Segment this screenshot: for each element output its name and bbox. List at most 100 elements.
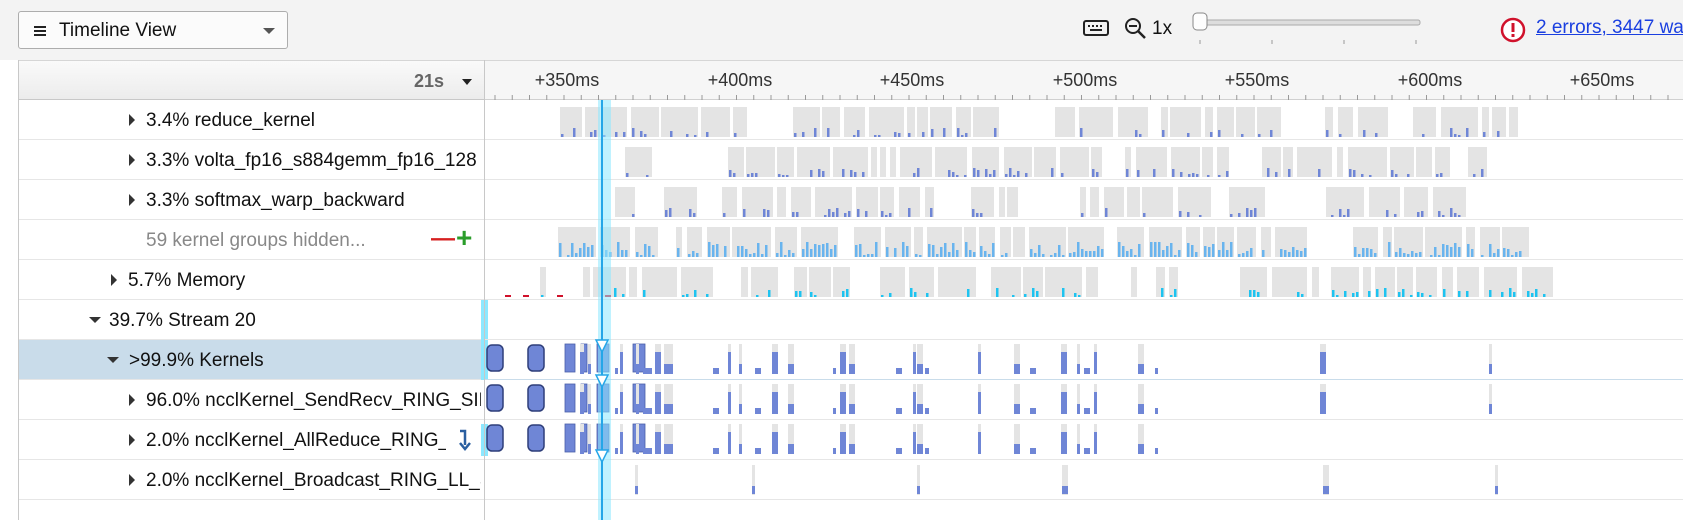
hidden-group-bar xyxy=(1001,255,1004,257)
collapse-minus-icon[interactable]: — xyxy=(431,227,455,251)
tree-row-volta-gemm[interactable]: 3.3% volta_fp16_s884gemm_fp16_128 xyxy=(19,140,484,180)
timeline-area[interactable]: +350ms +400ms +450ms +500ms +550ms +600m… xyxy=(484,60,1683,520)
hidden-group-bar xyxy=(579,248,582,257)
busy-block xyxy=(1468,147,1487,177)
chevron-down-icon[interactable] xyxy=(462,79,472,85)
kernel-bar xyxy=(664,364,673,374)
busy-block xyxy=(1060,147,1089,177)
memory-bar xyxy=(1466,291,1469,297)
reduce-kernel-bar xyxy=(1218,130,1221,137)
time-ruler[interactable]: +350ms +400ms +450ms +500ms +550ms +600m… xyxy=(485,60,1683,100)
expand-icon[interactable] xyxy=(129,194,135,206)
zoom-slider[interactable] xyxy=(1190,10,1430,50)
tree-row-reduce-kernel[interactable]: 3.4% reduce_kernel xyxy=(19,100,484,140)
expand-plus-icon[interactable]: + xyxy=(456,224,472,252)
hidden-group-bar xyxy=(652,255,655,257)
busy-block xyxy=(1138,344,1144,364)
hidden-group-bar xyxy=(1073,252,1076,257)
busy-block xyxy=(917,344,923,364)
kernel-bar xyxy=(1094,352,1097,374)
expand-icon[interactable] xyxy=(129,114,135,126)
hidden-group-bar xyxy=(1126,251,1129,257)
reduce-kernel-bar xyxy=(1375,133,1378,137)
softmax-bar xyxy=(1238,213,1241,217)
kernel-bar xyxy=(925,448,929,454)
kernel-bar xyxy=(713,368,719,374)
busy-block xyxy=(1014,424,1020,444)
memory-bar xyxy=(967,289,970,297)
reduce-kernel-bar xyxy=(706,132,709,137)
hidden-group-bar xyxy=(936,254,939,257)
hidden-group-bar xyxy=(1403,253,1406,257)
tree-row-memory[interactable]: 5.7% Memory xyxy=(19,260,484,300)
hidden-group-bar xyxy=(940,247,943,257)
kernel-bar xyxy=(917,364,923,374)
kernel-bar xyxy=(913,432,916,454)
gemm-bar xyxy=(989,174,992,177)
errors-warnings-link[interactable]: 2 errors, 3447 wa xyxy=(1536,17,1683,39)
kernel-bar xyxy=(1014,404,1020,414)
tree-row-nccl-sendrecv[interactable]: 96.0% ncclKernel_SendRecv_RING_SIM xyxy=(19,380,484,420)
softmax-bar xyxy=(1347,209,1350,217)
busy-block xyxy=(588,384,591,404)
hidden-group-bar xyxy=(1362,248,1365,257)
memory-bar xyxy=(682,295,685,297)
expand-icon[interactable] xyxy=(129,434,135,446)
zoom-out-icon[interactable] xyxy=(1124,17,1148,41)
gemm-bar xyxy=(977,170,980,177)
reduce-kernel-bar xyxy=(1135,130,1138,137)
softmax-bar xyxy=(723,213,726,217)
memory-bar xyxy=(1429,295,1432,297)
collapse-icon[interactable] xyxy=(89,317,101,323)
reduce-kernel-bar xyxy=(874,135,877,137)
softmax-bar xyxy=(1143,213,1146,217)
tree-row-nccl-allreduce[interactable]: 2.0% ncclKernel_AllReduce_RING_ xyxy=(19,420,488,460)
softmax-bar xyxy=(669,208,672,217)
gemm-bar xyxy=(1440,173,1443,177)
hidden-group-bar xyxy=(1162,250,1165,257)
softmax-bar xyxy=(1417,212,1420,217)
tree-row-nccl-broadcast[interactable]: 2.0% ncclKernel_Broadcast_RING_LL_S xyxy=(19,460,484,500)
busy-block xyxy=(588,344,591,364)
reduce-kernel-bar xyxy=(1466,128,1469,137)
reduce-kernel-bar xyxy=(640,131,643,137)
hidden-group-bar xyxy=(1497,249,1500,257)
kernel-bar xyxy=(1489,364,1492,374)
expand-icon[interactable] xyxy=(129,394,135,406)
tree-row-label: 39.7% Stream 20 xyxy=(109,310,256,331)
busy-block xyxy=(620,384,623,392)
busy-block xyxy=(1094,424,1097,432)
tree-panel: 21s 3.4% reduce_kernel 3.3% volta_fp16_s… xyxy=(18,60,488,520)
hidden-group-bar xyxy=(1471,249,1474,257)
busy-block xyxy=(655,384,661,392)
gemm-bar xyxy=(1207,175,1210,177)
softmax-bar xyxy=(980,213,983,217)
gemm-bar xyxy=(1096,172,1099,177)
hidden-group-bar xyxy=(621,250,624,257)
expand-icon[interactable] xyxy=(129,474,135,486)
timeline-canvas[interactable] xyxy=(485,100,1683,520)
expand-icon[interactable] xyxy=(129,154,135,166)
reduce-kernel-bar xyxy=(994,128,997,137)
tree-row-softmax[interactable]: 3.3% softmax_warp_backward xyxy=(19,180,484,220)
tree-row-stream-20[interactable]: 39.7% Stream 20 xyxy=(19,300,488,340)
tree-row-kernels[interactable]: >99.9% Kernels xyxy=(19,340,488,380)
view-select-dropdown[interactable]: Timeline View xyxy=(18,11,288,49)
jump-down-icon[interactable] xyxy=(457,429,471,451)
expand-icon[interactable] xyxy=(111,274,117,286)
softmax-bar xyxy=(1458,215,1461,217)
keyboard-icon[interactable] xyxy=(1083,18,1109,38)
gemm-bar xyxy=(1407,174,1410,177)
reduce-kernel-bar xyxy=(802,132,805,137)
gemm-bar xyxy=(810,170,813,177)
memory-bar xyxy=(1527,291,1530,297)
memory-bar xyxy=(814,295,817,297)
memory-bar xyxy=(1336,295,1339,297)
gemm-bar xyxy=(1473,174,1476,177)
kernel-bar xyxy=(1138,444,1144,454)
busy-block xyxy=(772,384,778,392)
gemm-bar xyxy=(1218,175,1221,177)
softmax-bar xyxy=(796,212,799,217)
tree-row-label: 96.0% ncclKernel_SendRecv_RING_SIM xyxy=(146,390,481,411)
collapse-icon[interactable] xyxy=(107,357,119,363)
